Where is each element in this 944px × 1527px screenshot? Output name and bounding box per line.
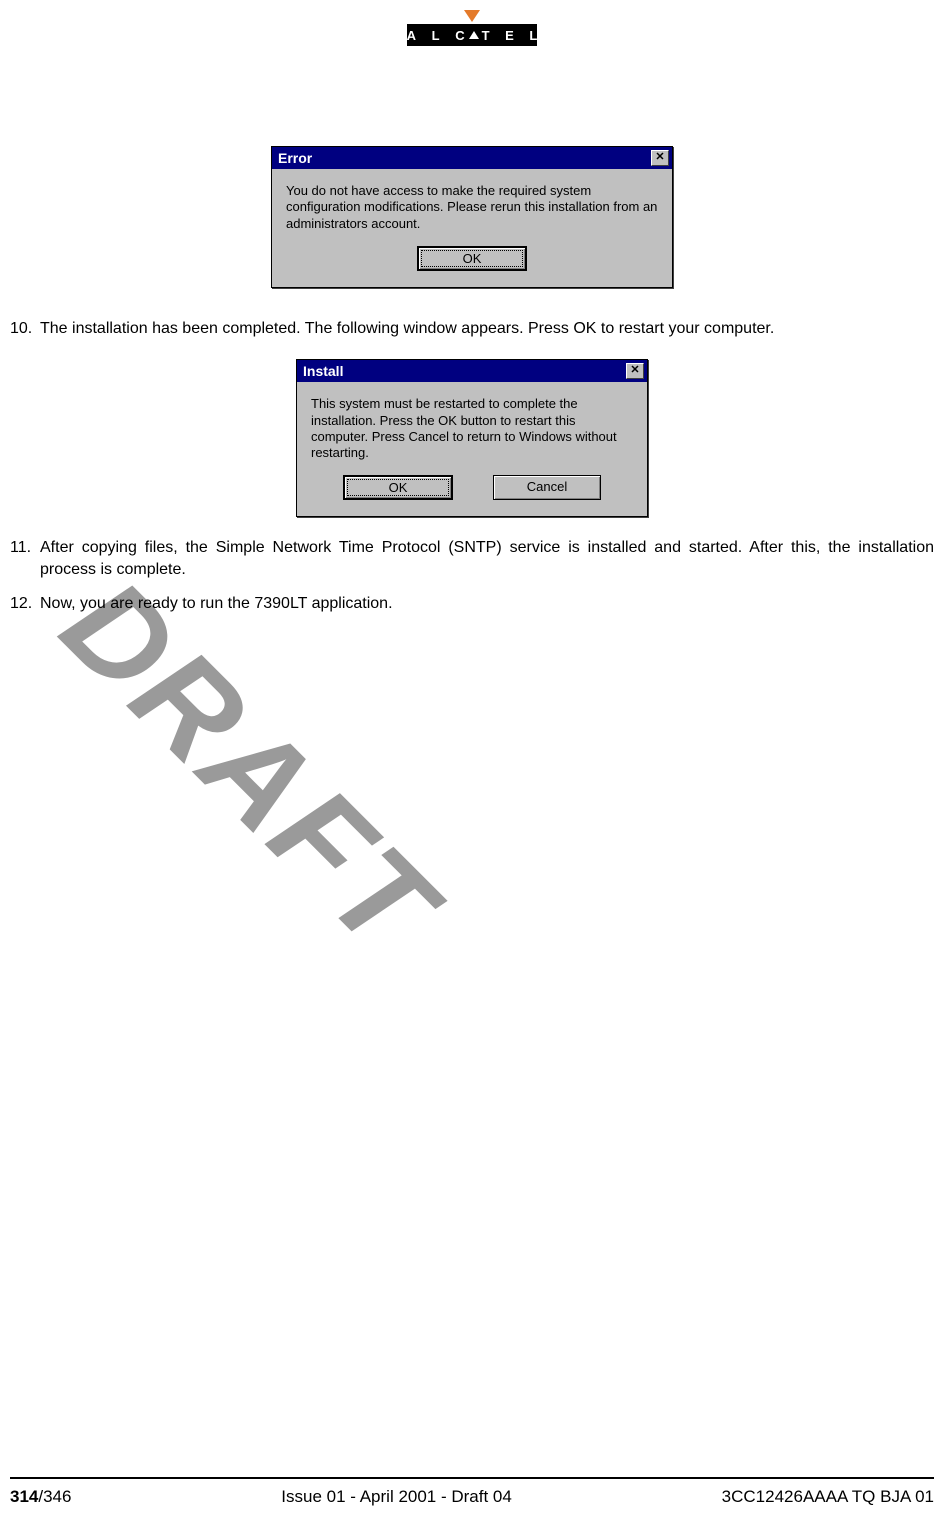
watermark-text: DRAFT	[34, 550, 466, 982]
install-title: Install	[303, 363, 343, 379]
close-icon[interactable]: ✕	[651, 150, 669, 166]
step-number: 11.	[10, 537, 40, 580]
cancel-button[interactable]: Cancel	[493, 475, 601, 500]
install-titlebar: Install ✕	[297, 360, 647, 382]
step-text: After copying files, the Simple Network …	[40, 537, 934, 580]
install-dialog: Install ✕ This system must be restarted …	[296, 359, 648, 517]
step-number: 12.	[10, 593, 40, 615]
step-text: Now, you are ready to run the 7390LT app…	[40, 593, 934, 615]
error-titlebar: Error ✕	[272, 147, 672, 169]
install-message: This system must be restarted to complet…	[311, 396, 633, 461]
step-12: 12. Now, you are ready to run the 7390LT…	[10, 593, 934, 615]
page-number: 314/346	[10, 1487, 71, 1507]
page-footer: 314/346 Issue 01 - April 2001 - Draft 04…	[10, 1477, 934, 1507]
logo-text: A L CT E L	[407, 24, 537, 46]
ok-button[interactable]: OK	[417, 246, 527, 271]
logo-triangle-icon	[464, 10, 480, 22]
logo-inner-triangle-icon	[469, 31, 479, 39]
footer-right: 3CC12426AAAA TQ BJA 01	[722, 1487, 934, 1507]
footer-center: Issue 01 - April 2001 - Draft 04	[281, 1487, 512, 1507]
brand-logo: A L CT E L	[407, 10, 537, 46]
step-text: The installation has been completed. The…	[40, 318, 934, 340]
step-number: 10.	[10, 318, 40, 340]
error-dialog: Error ✕ You do not have access to make t…	[271, 146, 673, 288]
step-10: 10. The installation has been completed.…	[10, 318, 934, 340]
close-icon[interactable]: ✕	[626, 363, 644, 379]
error-title: Error	[278, 150, 312, 166]
ok-button[interactable]: OK	[343, 475, 453, 500]
step-11: 11. After copying files, the Simple Netw…	[10, 537, 934, 580]
error-message: You do not have access to make the requi…	[286, 183, 658, 232]
